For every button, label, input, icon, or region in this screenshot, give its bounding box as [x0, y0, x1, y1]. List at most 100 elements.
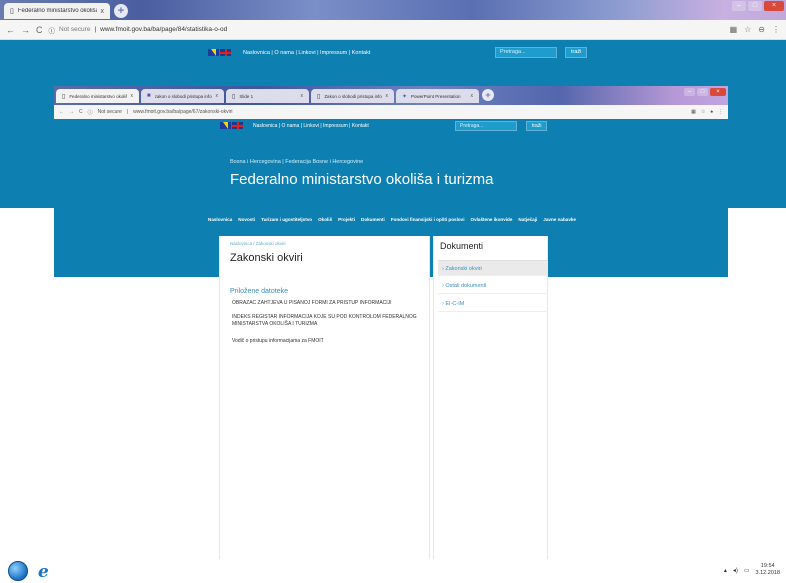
url-text: www.fmoit.gov.ba/ba/page/84/statistika-o… [100, 26, 228, 33]
windows-start-icon[interactable] [8, 561, 28, 581]
nav-item[interactable]: Natječaji [518, 217, 537, 222]
sidebar-item-ei-c-im[interactable]: › EI-C-IM [438, 296, 548, 312]
outer-tab-title: Federalno ministarstvo okoliša i [17, 8, 97, 14]
new-tab-button[interactable]: + [482, 89, 494, 101]
window-controls: – □ × [732, 1, 784, 11]
back-arrow-icon[interactable]: ← [59, 109, 64, 115]
menu-icon[interactable]: ⋮ [772, 25, 780, 34]
language-flags [208, 49, 231, 56]
document-link[interactable]: OBRAZAC ZAHTJEVA U PISANOJ FORMI ZA PRIS… [232, 300, 422, 307]
nav-item[interactable]: Projekti [338, 217, 355, 222]
nav-item[interactable]: Turizam i ugostiteljstvo [261, 217, 312, 222]
inner-tab-bar: ▯ Federalno ministarstvo okoliša i x ■ z… [54, 86, 728, 105]
language-flags [220, 122, 243, 129]
url-field[interactable]: ⓘ Not secure | www.fmoit.gov.ba/ba/page/… [49, 23, 724, 37]
inner-tab-title: Slide 1 [239, 93, 254, 99]
bookmark-star-icon[interactable]: ☆ [744, 25, 751, 34]
reload-icon[interactable]: C [36, 25, 43, 35]
sidebar-item-label: EI-C-IM [445, 301, 465, 307]
volume-icon[interactable]: ◂) [733, 567, 738, 574]
page-icon: ▯ [232, 93, 236, 100]
close-tab-icon[interactable]: x [301, 93, 304, 99]
nav-item[interactable]: Ovlaštene ikonvide [471, 217, 513, 222]
document-link[interactable]: Vodič o pristupu informacijama za FMOIT [232, 338, 422, 345]
inner-tab[interactable]: ▯ Slide 1 x [226, 89, 309, 103]
outer-address-bar: ← → C ⓘ Not secure | www.fmoit.gov.ba/ba… [0, 20, 786, 40]
bookmark-star-icon[interactable]: ☆ [701, 109, 705, 115]
close-tab-icon[interactable]: x [216, 93, 219, 99]
breadcrumb[interactable]: Naslovnica / Zakonski okviri [230, 241, 286, 246]
inner-tab[interactable]: ✦ PowerPoint Presentation x [396, 89, 479, 103]
nav-item[interactable]: Novosti [238, 217, 255, 222]
clock-time: 19:54 [760, 563, 775, 569]
forward-arrow-icon[interactable]: → [69, 109, 74, 115]
close-tab-icon[interactable]: x [101, 8, 105, 15]
close-tab-icon[interactable]: x [386, 93, 389, 99]
taskbar: e ▴ ◂) ▭ 19:54 3.12.2018 [0, 559, 786, 583]
outer-top-links[interactable]: Naslovnica | O nama | Linkovi | Impressu… [243, 50, 370, 56]
site-title[interactable]: Federalno ministarstvo okoliša i turizma [230, 171, 493, 188]
nav-item[interactable]: Dokumenti [361, 217, 385, 222]
close-window-button[interactable]: × [764, 1, 784, 11]
tray-arrow-icon[interactable]: ▴ [724, 567, 727, 574]
inner-search-button[interactable]: traži [526, 121, 548, 131]
inner-tab[interactable]: ▯ Federalno ministarstvo okoliša i x [56, 89, 139, 103]
account-icon[interactable]: ⊖ [758, 25, 765, 34]
menu-icon[interactable]: ⋮ [718, 109, 723, 115]
sidebar-item-label: Zakonski okviri [445, 266, 482, 272]
close-tab-icon[interactable]: x [131, 93, 134, 99]
clock-date: 3.12.2018 [755, 570, 780, 576]
not-secure-label: Not secure [97, 109, 122, 115]
chevron-right-icon: › [442, 301, 444, 307]
page-title: Zakonski okviri [230, 252, 303, 264]
extension-icon[interactable]: ♠ [710, 109, 713, 115]
system-tray: ▴ ◂) ▭ 19:54 3.12.2018 [724, 563, 780, 577]
url-separator: | [126, 109, 129, 115]
translate-icon[interactable]: ▦ [691, 109, 696, 115]
close-window-button[interactable]: × [710, 88, 726, 96]
internet-explorer-icon[interactable]: e [38, 562, 49, 582]
bosnian-flag-icon[interactable] [220, 122, 231, 129]
close-tab-icon[interactable]: x [471, 93, 474, 99]
network-icon[interactable]: ▭ [744, 567, 750, 574]
inner-top-links[interactable]: Naslovnica | O nama | Linkovi | Impressu… [253, 123, 369, 129]
inner-window-controls: – □ × [684, 88, 726, 96]
attachments-heading: Priložene datoteke [230, 288, 288, 295]
translate-icon[interactable]: ▦ [730, 25, 738, 34]
nav-item[interactable]: Okoliš [318, 217, 332, 222]
outer-active-tab[interactable]: ▯ Federalno ministarstvo okoliša i x [4, 3, 110, 19]
inner-tab-title: Federalno ministarstvo okoliša i [69, 93, 127, 99]
bosnian-flag-icon[interactable] [208, 49, 219, 56]
new-tab-button[interactable]: + [114, 4, 128, 18]
inner-tab[interactable]: ■ zakon o slobodi pristupa inform x [141, 89, 224, 103]
outer-search-input[interactable]: Pretraga... [495, 47, 557, 58]
forward-arrow-icon[interactable]: → [21, 25, 30, 35]
nav-item[interactable]: Javne nabavke [543, 217, 576, 222]
chevron-right-icon: › [442, 283, 444, 289]
maximize-button[interactable]: □ [748, 1, 762, 11]
inner-search-input[interactable]: Pretraga... [455, 121, 517, 131]
back-arrow-icon[interactable]: ← [6, 25, 15, 35]
info-icon: ⓘ [48, 27, 56, 35]
outer-top-strip: Naslovnica | O nama | Linkovi | Impressu… [0, 46, 786, 60]
inner-tab[interactable]: ▯ Zakon o slobodi pristupa informacijama… [311, 89, 394, 103]
english-flag-icon[interactable] [220, 49, 231, 56]
outer-search-button[interactable]: traži [565, 47, 588, 58]
page-icon: ▯ [317, 93, 321, 100]
nav-item[interactable]: Naslovnica [208, 217, 232, 222]
document-link[interactable]: INDEKS REGISTAR INFORMACIJA KOJE SU POD … [232, 314, 430, 328]
maximize-button[interactable]: □ [697, 88, 708, 96]
sidebar-item-ostali-dokumenti[interactable]: › Ostali dokumenti [438, 278, 548, 294]
reload-icon[interactable]: C [79, 109, 83, 115]
english-flag-icon[interactable] [232, 122, 243, 129]
inner-url-text[interactable]: www.fmoit.gov.ba/ba/page/67/zakonski-okv… [133, 109, 686, 115]
browser-toolbar-icons: ▦ ☆ ⊖ ⋮ [730, 25, 780, 34]
minimize-button[interactable]: – [684, 88, 695, 96]
nav-item[interactable]: Fondovi finansijski i opšti poslovi [391, 217, 465, 222]
minimize-button[interactable]: – [732, 1, 746, 11]
clock[interactable]: 19:54 3.12.2018 [756, 563, 780, 577]
content-panel: Naslovnica / Zakonski okviri Zakonski ok… [219, 236, 430, 583]
not-secure-label: Not secure [59, 26, 91, 33]
sidebar-item-zakonski-okviri[interactable]: › Zakonski okviri [438, 260, 548, 276]
powerpoint-icon: ✦ [402, 93, 408, 100]
